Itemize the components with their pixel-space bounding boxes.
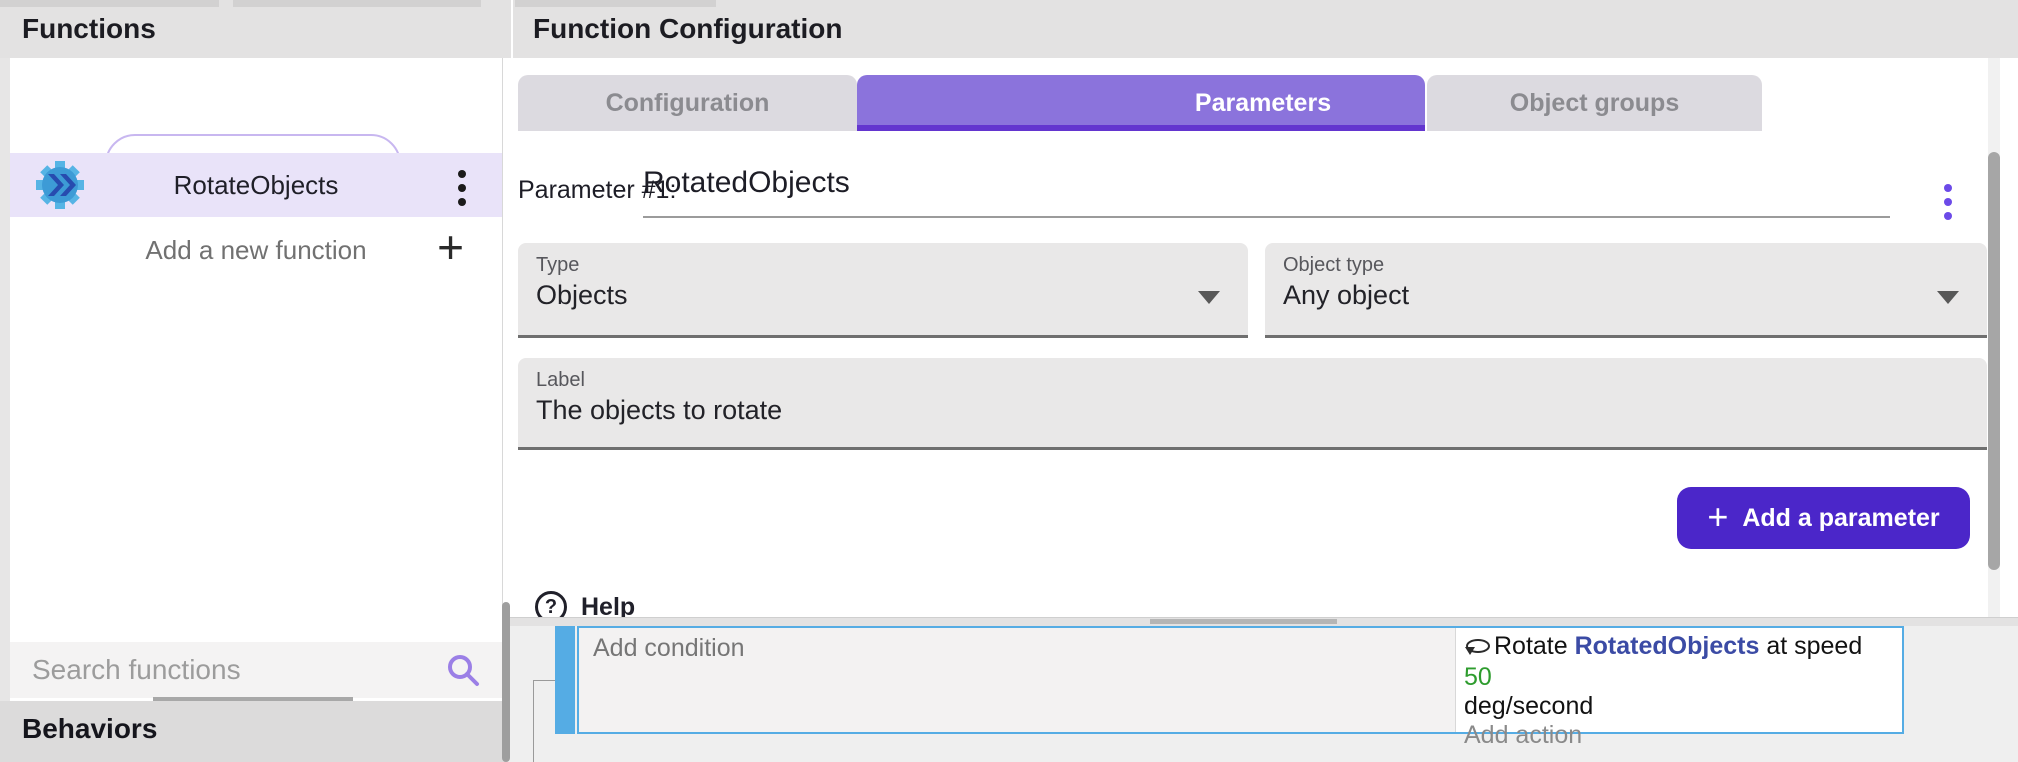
add-action-label: Add action: [1464, 721, 1582, 749]
panel-divider: [502, 58, 503, 618]
selected-tab-indicator: [857, 125, 1425, 131]
add-function-label: Add a new function: [100, 235, 412, 266]
left-gutter: [0, 58, 10, 703]
function-item-label: RotateObjects: [100, 170, 412, 201]
function-configuration-panel: Configuration Parameters Object groups P…: [513, 58, 2018, 618]
add-parameter-button[interactable]: + Add a parameter: [1677, 487, 1970, 549]
action-unit: deg/second: [1464, 692, 1593, 720]
tab-parameters[interactable]: Parameters: [857, 75, 1425, 131]
chevron-down-icon: [1937, 291, 1959, 304]
functions-panel-scrollbar[interactable]: [502, 602, 510, 762]
add-action-link[interactable]: Add action: [1464, 721, 1894, 750]
function-item-menu-kebab-icon[interactable]: [458, 170, 466, 206]
search-functions-input[interactable]: [32, 650, 442, 690]
function-configuration-title: Function Configuration: [533, 13, 843, 45]
event-actions-area[interactable]: Rotate RotatedObjects at speed 50 deg/se…: [1455, 628, 1902, 732]
events-editor-panel: Add condition Rotate RotatedObjects at s…: [505, 617, 2018, 762]
sub-event-indent-line: [533, 680, 534, 762]
window-tab-edge: [233, 0, 481, 7]
tab-parameters-label: Parameters: [1195, 89, 1331, 118]
app-window: Functions Function Configuration Edit ex…: [0, 0, 2018, 762]
tab-object-groups[interactable]: Object groups: [1427, 75, 1762, 131]
label-field-label: Label: [536, 369, 585, 392]
functions-panel-title: Functions: [22, 13, 156, 45]
tab-configuration[interactable]: Configuration: [518, 75, 857, 131]
parameter-menu-kebab-icon[interactable]: [1944, 184, 1952, 220]
input-underline: [643, 216, 1890, 218]
sub-event-indent-line: [533, 680, 556, 681]
functions-header-band: Functions: [0, 0, 511, 58]
action-verb: Rotate: [1494, 632, 1575, 660]
rotate-icon: [1464, 634, 1492, 663]
parameter-label-field[interactable]: Label The objects to rotate: [518, 358, 1987, 450]
object-type-select-value: Any object: [1283, 280, 1409, 311]
events-horizontal-scrollbar[interactable]: [1150, 619, 1337, 624]
parameter-type-select[interactable]: Type Objects: [518, 243, 1248, 338]
object-type-select-label: Object type: [1283, 254, 1384, 277]
action-middle: at speed: [1759, 632, 1862, 660]
selected-event-block: Add condition Rotate RotatedObjects at s…: [577, 626, 1904, 734]
add-new-function-button[interactable]: Add a new function +: [10, 217, 502, 281]
behaviors-section-header[interactable]: Behaviors: [0, 701, 505, 762]
parameter-name-input[interactable]: [643, 161, 1890, 205]
action-speed-value: 50: [1464, 663, 1492, 691]
event-drag-handle[interactable]: [555, 626, 575, 734]
action-line-1[interactable]: Rotate RotatedObjects at speed 50: [1464, 632, 1894, 692]
function-list-item-rotateobjects[interactable]: RotateObjects: [10, 153, 502, 217]
config-scrollbar[interactable]: [1988, 152, 2000, 570]
plus-icon: +: [437, 223, 464, 271]
action-object-name: RotatedObjects: [1575, 632, 1760, 660]
label-field-value: The objects to rotate: [536, 395, 782, 426]
event-conditions-area[interactable]: Add condition: [579, 628, 1455, 732]
functions-panel: Edit extension options: [10, 58, 502, 642]
action-line-2[interactable]: deg/second: [1464, 692, 1894, 721]
chevron-down-icon: [1198, 291, 1220, 304]
add-parameter-label: Add a parameter: [1742, 504, 1939, 533]
plus-icon: +: [1707, 499, 1728, 535]
function-gear-icon: [34, 159, 86, 211]
behaviors-section-label: Behaviors: [22, 713, 157, 745]
tab-configuration-label: Configuration: [606, 89, 770, 118]
window-tab-edge: [515, 0, 716, 7]
window-tab-edge: [0, 0, 219, 7]
add-condition-link[interactable]: Add condition: [593, 634, 745, 662]
type-select-value: Objects: [536, 280, 628, 311]
tab-object-groups-label: Object groups: [1510, 89, 1679, 118]
object-type-select[interactable]: Object type Any object: [1265, 243, 1987, 338]
search-icon[interactable]: [446, 653, 480, 687]
search-functions-box: [10, 642, 502, 698]
type-select-label: Type: [536, 254, 579, 277]
function-configuration-header-band: Function Configuration: [513, 0, 2018, 58]
